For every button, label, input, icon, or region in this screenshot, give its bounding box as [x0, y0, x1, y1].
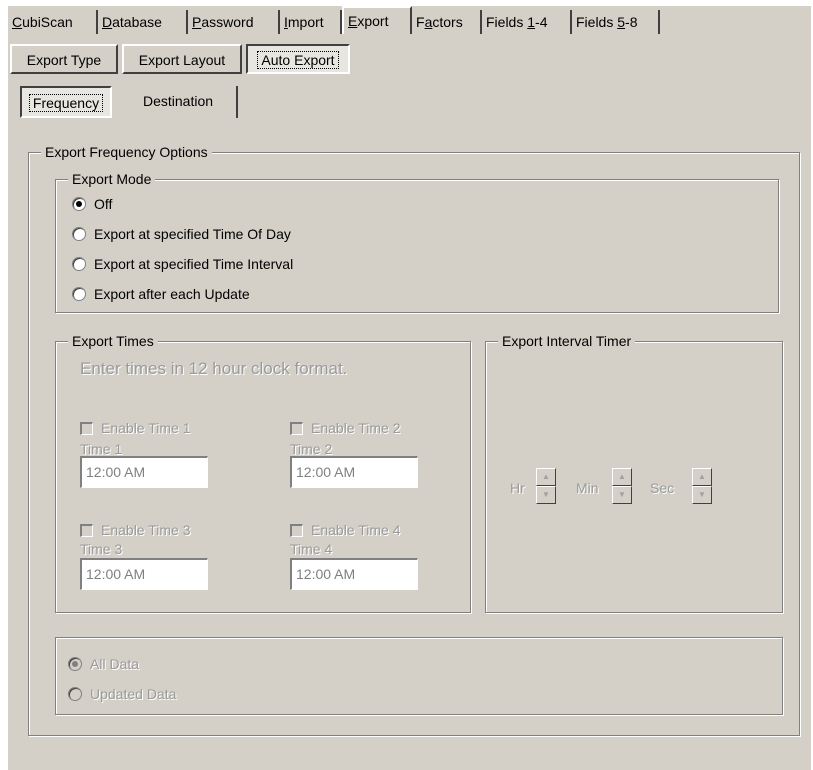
enable-time-3-checkbox[interactable]: Enable Time 3 — [80, 520, 191, 540]
tab-factors[interactable]: Factors — [412, 10, 482, 34]
checkbox-icon — [80, 422, 93, 435]
enable-time-4-checkbox[interactable]: Enable Time 4 — [290, 520, 401, 540]
seconds-label: Sec — [650, 480, 675, 496]
auto-export-button[interactable]: Auto Export — [246, 44, 350, 74]
export-times-legend: Export Times — [68, 332, 158, 350]
radio-button-icon — [72, 197, 86, 211]
export-layout-button[interactable]: Export Layout — [122, 44, 242, 74]
spin-down-arrow-icon[interactable]: ▼ — [536, 486, 556, 504]
tab-cubiscan[interactable]: CubiScan — [8, 10, 98, 34]
export-type-button[interactable]: Export Type — [10, 44, 118, 74]
checkbox-icon — [290, 524, 303, 537]
checkbox-icon — [80, 524, 93, 537]
minutes-label: Min — [576, 480, 599, 496]
spin-up-arrow-icon[interactable]: ▲ — [612, 468, 632, 486]
time-2-field[interactable]: 12:00 AM — [290, 456, 418, 488]
all-data-radio[interactable]: All Data — [68, 654, 139, 674]
tab-export[interactable]: Export — [342, 6, 412, 34]
tab-password[interactable]: Password — [188, 10, 280, 34]
radio-button-icon — [72, 227, 86, 241]
export-mode-time-of-day-radio[interactable]: Export at specified Time Of Day — [72, 224, 291, 244]
updated-data-radio[interactable]: Updated Data — [68, 684, 176, 704]
minutes-spinner[interactable]: ▲ ▼ — [612, 468, 632, 504]
spin-up-arrow-icon[interactable]: ▲ — [536, 468, 556, 486]
tab-database[interactable]: Database — [98, 10, 188, 34]
options-dialog: CubiScan Database Password Import Export… — [8, 6, 811, 770]
export-mode-each-update-radio[interactable]: Export after each Update — [72, 284, 250, 304]
export-interval-timer-group: Export Interval Timer Hr ▲ ▼ Min ▲ ▼ Sec… — [485, 332, 783, 613]
export-interval-timer-legend: Export Interval Timer — [498, 332, 636, 350]
time-4-label: Time 4 — [290, 541, 333, 557]
export-frequency-options-legend: Export Frequency Options — [41, 143, 212, 161]
time-4-field[interactable]: 12:00 AM — [290, 558, 418, 590]
seconds-spinner[interactable]: ▲ ▼ — [692, 468, 712, 504]
export-mode-legend: Export Mode — [68, 170, 156, 188]
export-frequency-options-group: Export Frequency Options Export Mode Off… — [28, 143, 800, 736]
spin-down-arrow-icon[interactable]: ▼ — [612, 486, 632, 504]
radio-button-icon — [72, 287, 86, 301]
hours-label: Hr — [510, 480, 525, 496]
radio-button-icon — [68, 657, 82, 671]
radio-button-icon — [72, 257, 86, 271]
export-times-group: Export Times Enter times in 12 hour cloc… — [55, 332, 471, 613]
enable-time-1-checkbox[interactable]: Enable Time 1 — [80, 418, 191, 438]
spin-up-arrow-icon[interactable]: ▲ — [692, 468, 712, 486]
enable-time-2-checkbox[interactable]: Enable Time 2 — [290, 418, 401, 438]
radio-button-icon — [68, 687, 82, 701]
hours-spinner[interactable]: ▲ ▼ — [536, 468, 556, 504]
export-times-hint: Enter times in 12 hour clock format. — [80, 359, 348, 378]
export-mode-off-radio[interactable]: Off — [72, 194, 112, 214]
time-3-label: Time 3 — [80, 541, 123, 557]
checkbox-icon — [290, 422, 303, 435]
tab-fields-5-8[interactable]: Fields 5-8 — [572, 10, 660, 34]
tab-fields-1-4[interactable]: Fields 1-4 — [482, 10, 572, 34]
subtab-frequency[interactable]: Frequency — [20, 86, 112, 118]
export-mode-group: Export Mode Off Export at specified Time… — [55, 170, 779, 313]
tab-import[interactable]: Import — [280, 10, 342, 34]
subtab-destination[interactable]: Destination — [120, 86, 238, 118]
data-scope-group: All Data Updated Data — [55, 637, 783, 715]
main-tab-strip: CubiScan Database Password Import Export… — [8, 6, 668, 36]
spin-down-arrow-icon[interactable]: ▼ — [692, 486, 712, 504]
export-mode-time-interval-radio[interactable]: Export at specified Time Interval — [72, 254, 293, 274]
time-1-field[interactable]: 12:00 AM — [80, 456, 208, 488]
time-3-field[interactable]: 12:00 AM — [80, 558, 208, 590]
